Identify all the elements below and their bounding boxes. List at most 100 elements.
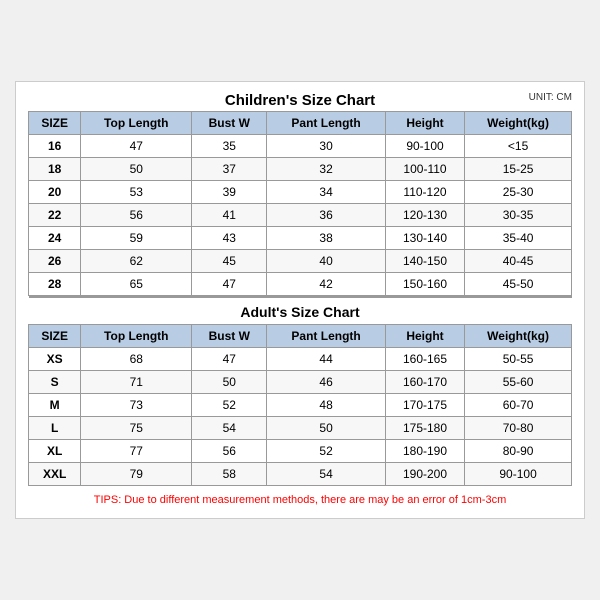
list-item: 75 (81, 417, 192, 440)
list-item: 58 (192, 463, 267, 486)
table-row: 1647353090-100<15 (29, 135, 572, 158)
adult-col-bust-w: Bust W (192, 325, 267, 348)
adult-title-row: Adult's Size Chart (29, 297, 572, 325)
table-row: 24594338130-14035-40 (29, 227, 572, 250)
list-item: 90-100 (385, 135, 464, 158)
list-item: 26 (29, 250, 81, 273)
list-item: 175-180 (385, 417, 464, 440)
children-table: SIZE Top Length Bust W Pant Length Heigh… (28, 111, 572, 296)
col-bust-w: Bust W (192, 112, 267, 135)
list-item: 80-90 (465, 440, 572, 463)
list-item: 100-110 (385, 158, 464, 181)
list-item: 52 (267, 440, 386, 463)
table-row: XXL795854190-20090-100 (29, 463, 572, 486)
list-item: 160-165 (385, 348, 464, 371)
list-item: 56 (81, 204, 192, 227)
list-item: 22 (29, 204, 81, 227)
list-item: 130-140 (385, 227, 464, 250)
children-header-row: SIZE Top Length Bust W Pant Length Heigh… (29, 112, 572, 135)
list-item: 45-50 (465, 273, 572, 296)
list-item: <15 (465, 135, 572, 158)
col-size: SIZE (29, 112, 81, 135)
col-pant-length: Pant Length (267, 112, 386, 135)
list-item: 50 (192, 371, 267, 394)
list-item: 38 (267, 227, 386, 250)
list-item: 42 (267, 273, 386, 296)
children-body: 1647353090-100<1518503732100-11015-25205… (29, 135, 572, 296)
children-title: Children's Size Chart (225, 92, 375, 109)
list-item: 32 (267, 158, 386, 181)
adult-header-row: SIZE Top Length Bust W Pant Length Heigh… (29, 325, 572, 348)
list-item: 71 (81, 371, 192, 394)
list-item: XXL (29, 463, 81, 486)
adult-col-height: Height (385, 325, 464, 348)
unit-label: UNIT: CM (529, 92, 572, 103)
table-row: S715046160-17055-60 (29, 371, 572, 394)
list-item: 59 (81, 227, 192, 250)
table-row: M735248170-17560-70 (29, 394, 572, 417)
list-item: 30 (267, 135, 386, 158)
list-item: 16 (29, 135, 81, 158)
list-item: 47 (192, 348, 267, 371)
list-item: 30-35 (465, 204, 572, 227)
table-row: XL775652180-19080-90 (29, 440, 572, 463)
list-item: 28 (29, 273, 81, 296)
list-item: 47 (192, 273, 267, 296)
list-item: XS (29, 348, 81, 371)
list-item: 60-70 (465, 394, 572, 417)
list-item: 44 (267, 348, 386, 371)
list-item: 25-30 (465, 181, 572, 204)
list-item: 53 (81, 181, 192, 204)
table-row: L755450175-18070-80 (29, 417, 572, 440)
list-item: 150-160 (385, 273, 464, 296)
list-item: 120-130 (385, 204, 464, 227)
list-item: 37 (192, 158, 267, 181)
list-item: 43 (192, 227, 267, 250)
adult-body: XS684744160-16550-55S715046160-17055-60M… (29, 348, 572, 486)
list-item: 54 (267, 463, 386, 486)
list-item: 46 (267, 371, 386, 394)
list-item: 50-55 (465, 348, 572, 371)
list-item: 52 (192, 394, 267, 417)
list-item: 47 (81, 135, 192, 158)
list-item: 15-25 (465, 158, 572, 181)
list-item: 77 (81, 440, 192, 463)
table-row: 28654742150-16045-50 (29, 273, 572, 296)
list-item: 65 (81, 273, 192, 296)
list-item: 40 (267, 250, 386, 273)
list-item: 73 (81, 394, 192, 417)
col-weight: Weight(kg) (465, 112, 572, 135)
list-item: 170-175 (385, 394, 464, 417)
adult-col-top-length: Top Length (81, 325, 192, 348)
table-row: 18503732100-11015-25 (29, 158, 572, 181)
tips-text: TIPS: Due to different measurement metho… (28, 494, 572, 506)
col-height: Height (385, 112, 464, 135)
list-item: M (29, 394, 81, 417)
list-item: 20 (29, 181, 81, 204)
table-row: 26624540140-15040-45 (29, 250, 572, 273)
list-item: 79 (81, 463, 192, 486)
adult-col-weight: Weight(kg) (465, 325, 572, 348)
adult-col-pant-length: Pant Length (267, 325, 386, 348)
table-row: XS684744160-16550-55 (29, 348, 572, 371)
adult-section-title: Adult's Size Chart (29, 297, 572, 325)
list-item: 40-45 (465, 250, 572, 273)
list-item: 50 (81, 158, 192, 181)
list-item: 24 (29, 227, 81, 250)
adult-table: Adult's Size Chart SIZE Top Length Bust … (28, 296, 572, 486)
list-item: 39 (192, 181, 267, 204)
list-item: S (29, 371, 81, 394)
chart-container: Children's Size Chart UNIT: CM SIZE Top … (15, 81, 585, 519)
list-item: 90-100 (465, 463, 572, 486)
list-item: 18 (29, 158, 81, 181)
list-item: 62 (81, 250, 192, 273)
list-item: 35-40 (465, 227, 572, 250)
adult-col-size: SIZE (29, 325, 81, 348)
list-item: 70-80 (465, 417, 572, 440)
table-row: 22564136120-13030-35 (29, 204, 572, 227)
list-item: 41 (192, 204, 267, 227)
list-item: 45 (192, 250, 267, 273)
list-item: 54 (192, 417, 267, 440)
list-item: 110-120 (385, 181, 464, 204)
col-top-length: Top Length (81, 112, 192, 135)
